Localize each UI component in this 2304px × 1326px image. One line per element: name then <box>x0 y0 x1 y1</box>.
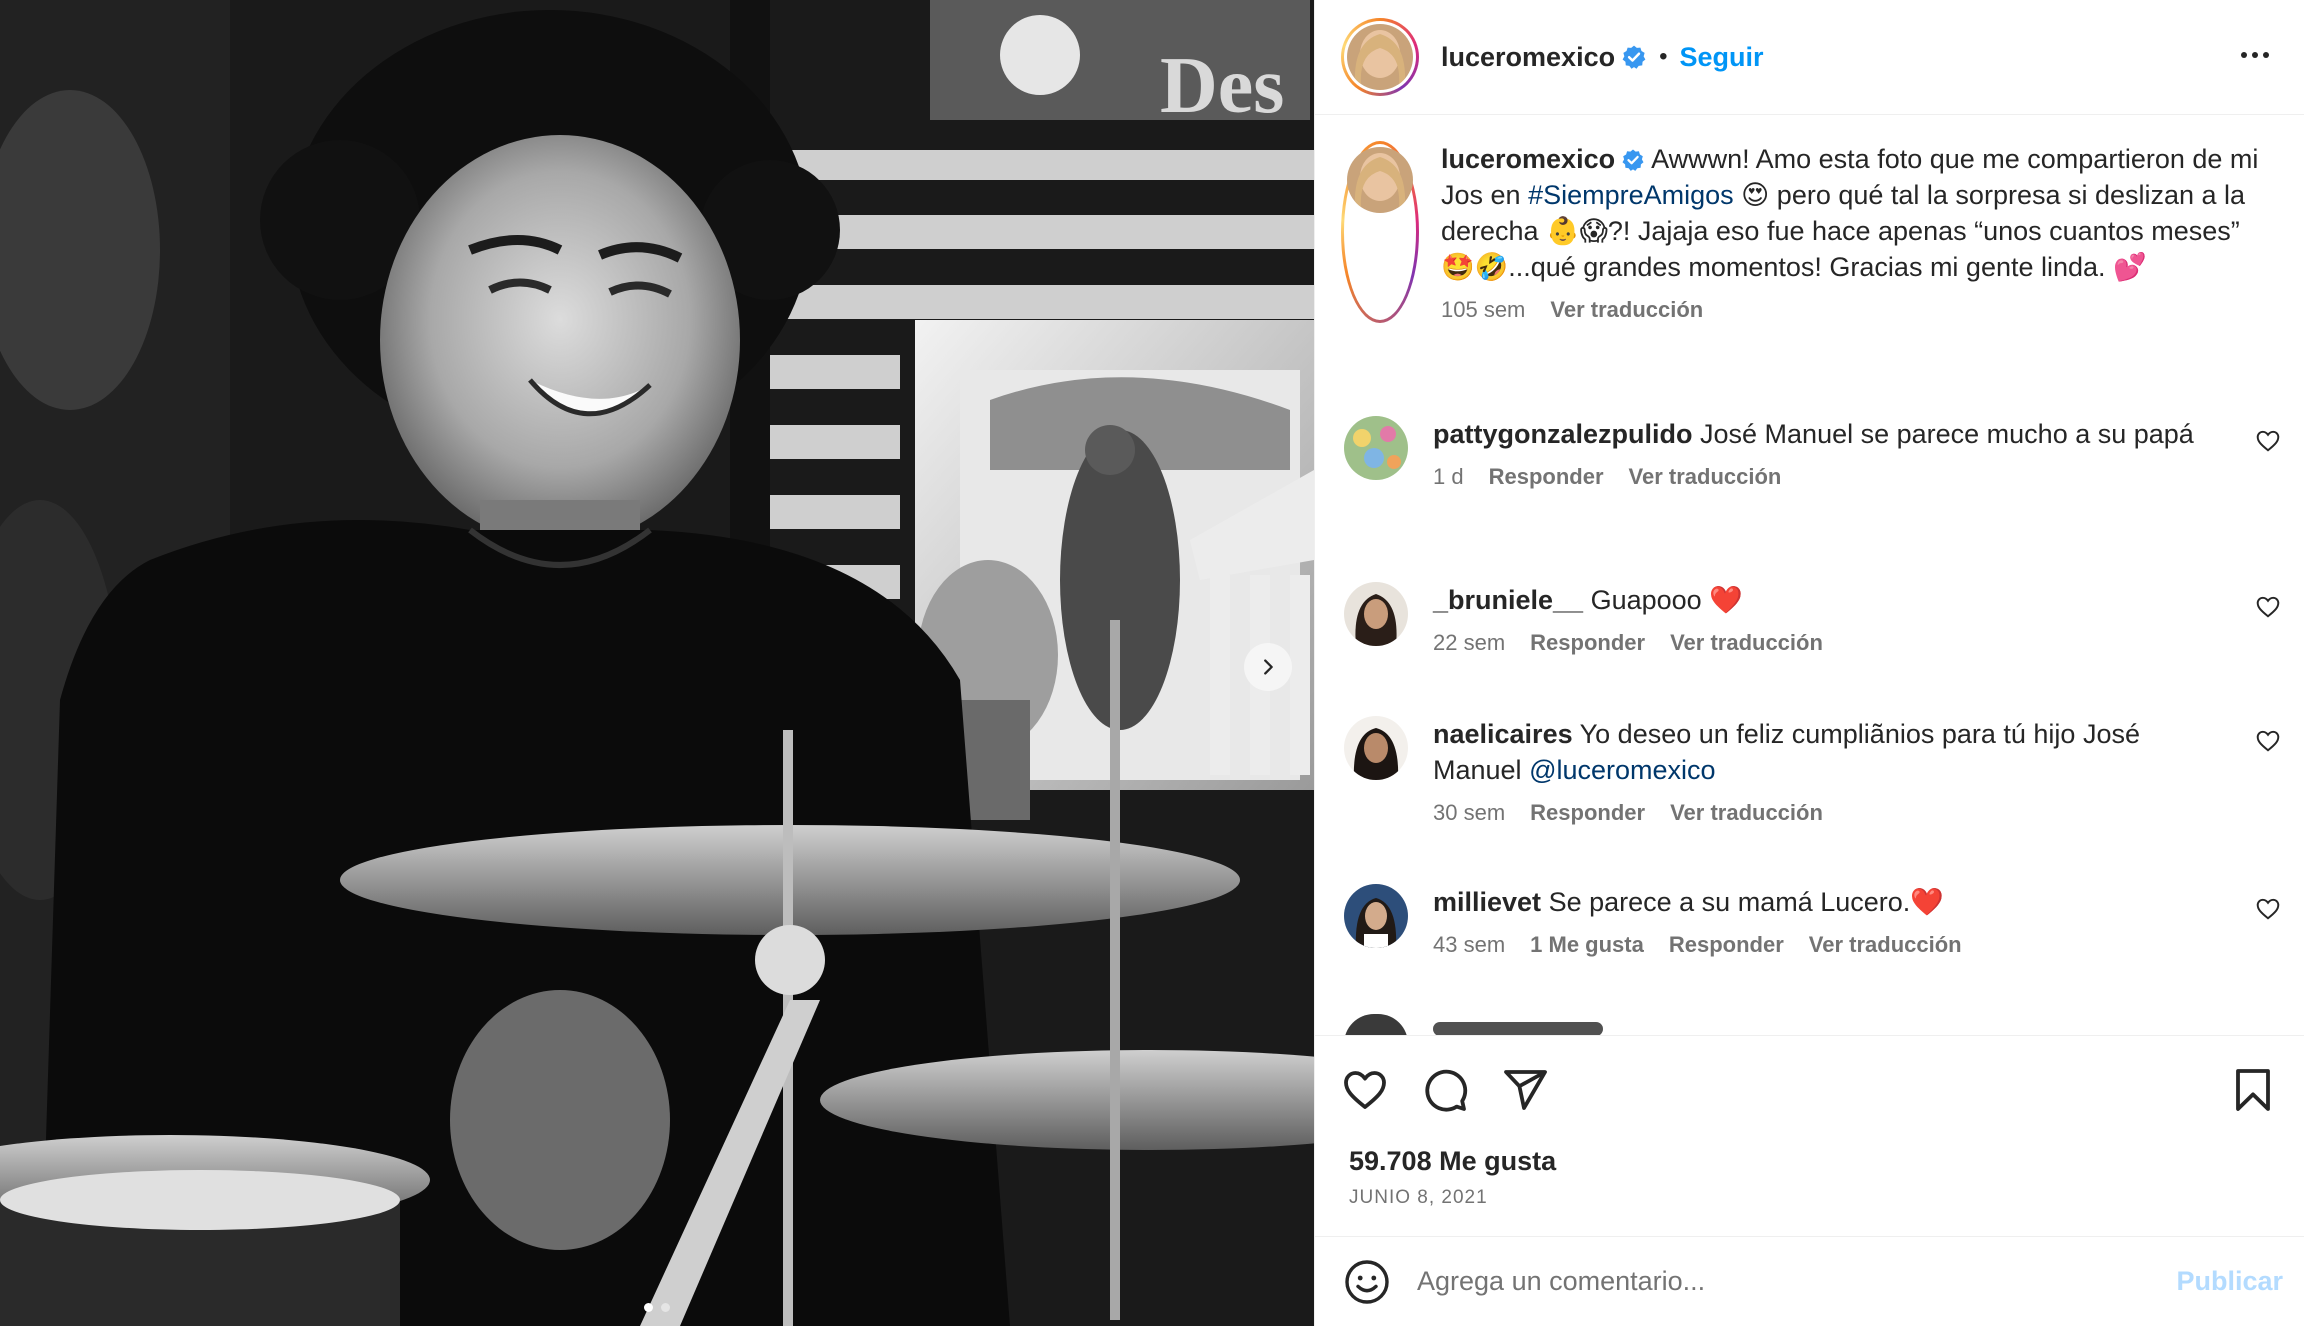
comment-username[interactable]: _bruniele__ <box>1433 585 1583 615</box>
author-username[interactable]: luceromexico <box>1441 42 1615 73</box>
comment-meta: 1 d Responder Ver traducción <box>1433 464 2233 490</box>
comment-text: millievet Se parece a su mamá Lucero.❤️ <box>1433 884 2233 920</box>
reply-link[interactable]: Responder <box>1530 800 1645 826</box>
header-separator: • <box>1659 43 1668 70</box>
carousel-dot <box>644 1303 653 1312</box>
send-icon[interactable] <box>1501 1066 1549 1114</box>
reply-link[interactable]: Responder <box>1489 464 1604 490</box>
comment-time[interactable]: 1 d <box>1433 464 1464 490</box>
svg-text:Des: Des <box>1160 42 1284 130</box>
comment-body: José Manuel se parece mucho a su papá <box>1700 419 2194 449</box>
avatar[interactable] <box>1344 582 1408 646</box>
post-header: luceromexico • Seguir <box>1315 0 2304 115</box>
next-comment-partial <box>1344 1014 1408 1035</box>
comment-time[interactable]: 22 sem <box>1433 630 1505 656</box>
instagram-post-view: Des luceromexico • Seguir luceromexico A… <box>0 0 2304 1326</box>
post-side-panel: luceromexico • Seguir luceromexico Awwwn… <box>1314 0 2304 1326</box>
see-translation-link[interactable]: Ver traducción <box>1809 932 1962 958</box>
comment-username[interactable]: millievet <box>1433 887 1541 917</box>
verified-badge-icon <box>1622 149 1644 171</box>
next-comment-partial-text <box>1433 1022 1603 1035</box>
caption-text: luceromexico Awwwn! Amo esta foto que me… <box>1441 141 2271 285</box>
avatar <box>1347 24 1413 90</box>
photo-drawing: Des <box>0 0 1314 1326</box>
see-translation-link[interactable]: Ver traducción <box>1629 464 1782 490</box>
comment-meta: 22 sem Responder Ver traducción <box>1433 630 2233 656</box>
comments-scroll-area[interactable]: luceromexico Awwwn! Amo esta foto que me… <box>1315 117 2304 1035</box>
post-actions-bar <box>1315 1035 2304 1135</box>
next-photo-button[interactable] <box>1244 643 1292 691</box>
hashtag-link[interactable]: #SiempreAmigos <box>1528 180 1734 210</box>
avatar[interactable] <box>1344 416 1408 480</box>
bookmark-icon[interactable] <box>2229 1066 2277 1114</box>
see-translation-link[interactable]: Ver traducción <box>1670 630 1823 656</box>
likes-count[interactable]: 59.708 Me gusta <box>1349 1146 1556 1177</box>
post-caption: luceromexico Awwwn! Amo esta foto que me… <box>1341 141 2281 323</box>
comment-likes-link[interactable]: 1 Me gusta <box>1530 932 1644 958</box>
comment-item: millievet Se parece a su mamá Lucero.❤️ … <box>1341 884 2281 958</box>
avatar[interactable] <box>1344 884 1408 948</box>
reply-link[interactable]: Responder <box>1669 932 1784 958</box>
caption-username[interactable]: luceromexico <box>1441 144 1615 174</box>
carousel-indicator <box>0 1303 1314 1312</box>
comment-username[interactable]: naelicaires <box>1433 719 1573 749</box>
heart-icon[interactable] <box>1341 1066 1389 1114</box>
comment-item: _bruniele__ Guapooo ❤️ 22 sem Responder … <box>1341 582 2281 656</box>
more-options-icon[interactable] <box>2233 40 2277 70</box>
follow-button[interactable]: Seguir <box>1679 42 1763 73</box>
avatar[interactable] <box>1344 716 1408 780</box>
caption-time[interactable]: 105 sem <box>1441 297 1525 323</box>
comment-text: pattygonzalezpulido José Manuel se parec… <box>1433 416 2233 452</box>
post-photo[interactable]: Des <box>0 0 1314 1326</box>
caption-avatar-ring[interactable] <box>1341 141 1419 323</box>
see-translation-link[interactable]: Ver traducción <box>1550 297 1703 323</box>
chevron-right-icon <box>1264 659 1273 675</box>
comment-input[interactable] <box>1417 1256 2157 1307</box>
comment-item: pattygonzalezpulido José Manuel se parec… <box>1341 416 2281 490</box>
avatar <box>1347 147 1413 213</box>
reply-link[interactable]: Responder <box>1530 630 1645 656</box>
comment-icon[interactable] <box>1421 1066 1469 1114</box>
comment-text: _bruniele__ Guapooo ❤️ <box>1433 582 2233 618</box>
see-translation-link[interactable]: Ver traducción <box>1670 800 1823 826</box>
comment-body: Se parece a su mamá Lucero.❤️ <box>1548 887 1944 917</box>
caption-meta: 105 sem Ver traducción <box>1441 297 2271 323</box>
mention-link[interactable]: @luceromexico <box>1529 755 1715 785</box>
comment-body: Guapooo ❤️ <box>1590 585 1743 615</box>
like-comment-heart-icon[interactable] <box>2255 428 2281 454</box>
comment-meta: 43 sem 1 Me gusta Responder Ver traducci… <box>1433 932 2233 958</box>
publish-button[interactable]: Publicar <box>2176 1266 2283 1297</box>
author-avatar-ring[interactable] <box>1341 18 1419 96</box>
comment-time[interactable]: 30 sem <box>1433 800 1505 826</box>
comment-item: naelicaires Yo deseo un feliz cumpliãnio… <box>1341 716 2281 826</box>
verified-badge-icon <box>1622 45 1646 69</box>
post-date[interactable]: JUNIO 8, 2021 <box>1349 1187 1488 1209</box>
carousel-dot <box>661 1303 670 1312</box>
comment-meta: 30 sem Responder Ver traducción <box>1433 800 2233 826</box>
comment-time[interactable]: 43 sem <box>1433 932 1505 958</box>
like-comment-heart-icon[interactable] <box>2255 896 2281 922</box>
comment-text: naelicaires Yo deseo un feliz cumpliãnio… <box>1433 716 2233 788</box>
comment-username[interactable]: pattygonzalezpulido <box>1433 419 1693 449</box>
like-comment-heart-icon[interactable] <box>2255 728 2281 754</box>
emoji-icon[interactable] <box>1343 1258 1391 1306</box>
comment-composer: Publicar <box>1315 1236 2304 1326</box>
like-comment-heart-icon[interactable] <box>2255 594 2281 620</box>
